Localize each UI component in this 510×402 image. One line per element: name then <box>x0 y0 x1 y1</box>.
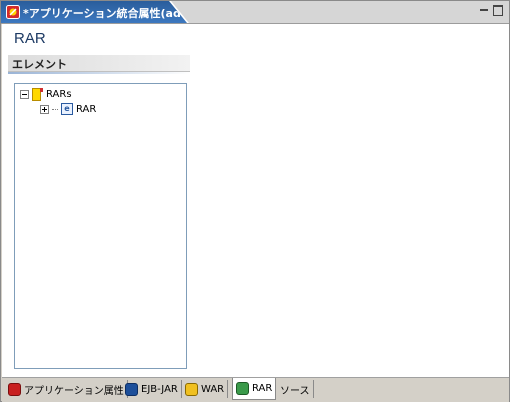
editor-tab[interactable]: *アプリケーション統合属性(adder) ✕ <box>1 1 189 23</box>
rar-icon <box>236 382 249 395</box>
section-header[interactable]: エレメント <box>8 55 190 72</box>
tree-connector <box>52 108 58 110</box>
editor-tab-body: *アプリケーション統合属性(adder) ✕ <box>1 1 187 23</box>
maximize-icon[interactable] <box>493 5 503 16</box>
war-icon <box>185 382 198 396</box>
folder-icon <box>32 87 43 101</box>
tab-source[interactable]: ソース <box>277 380 314 398</box>
tab-rar[interactable]: RAR <box>232 378 277 400</box>
tree-node-rars[interactable]: RARs <box>20 87 72 101</box>
editor-window: *アプリケーション統合属性(adder) ✕ RAR エレメント RARs e <box>0 0 510 402</box>
tab-label: ソース <box>280 385 310 397</box>
editor-tab-strip: *アプリケーション統合属性(adder) ✕ <box>1 1 509 24</box>
close-icon[interactable]: ✕ <box>177 4 187 18</box>
application-icon <box>8 382 21 396</box>
tab-label: EJB-JAR <box>141 383 178 395</box>
tab-label: WAR <box>201 383 225 395</box>
tab-application-attributes[interactable]: アプリケーション属性 <box>5 380 128 398</box>
section-title: エレメント <box>12 58 67 71</box>
tree-node-label: RAR <box>76 103 97 115</box>
section-divider <box>8 72 190 74</box>
tree-node-rar[interactable]: e RAR <box>40 102 96 116</box>
application-icon <box>6 5 20 19</box>
element-icon: e <box>61 103 73 115</box>
tab-label: RAR <box>252 383 273 394</box>
element-tree[interactable]: RARs e RAR <box>14 83 187 369</box>
page-title: RAR <box>14 30 46 47</box>
tree-node-label: RARs <box>46 88 72 100</box>
editor-tab-title: *アプリケーション統合属性(adder) <box>23 7 207 20</box>
expand-icon[interactable] <box>40 104 49 114</box>
editor-content: RAR エレメント RARs e RAR <box>2 24 509 377</box>
ejb-jar-icon <box>125 382 138 396</box>
bottom-tab-bar: アプリケーション属性 EJB-JAR WAR RAR ソース <box>2 377 509 402</box>
window-controls <box>479 5 503 16</box>
tab-war[interactable]: WAR <box>182 380 229 398</box>
collapse-icon[interactable] <box>20 89 29 99</box>
minimize-icon[interactable] <box>479 5 489 15</box>
tab-ejb-jar[interactable]: EJB-JAR <box>122 380 182 398</box>
tab-label: アプリケーション属性 <box>24 385 124 397</box>
